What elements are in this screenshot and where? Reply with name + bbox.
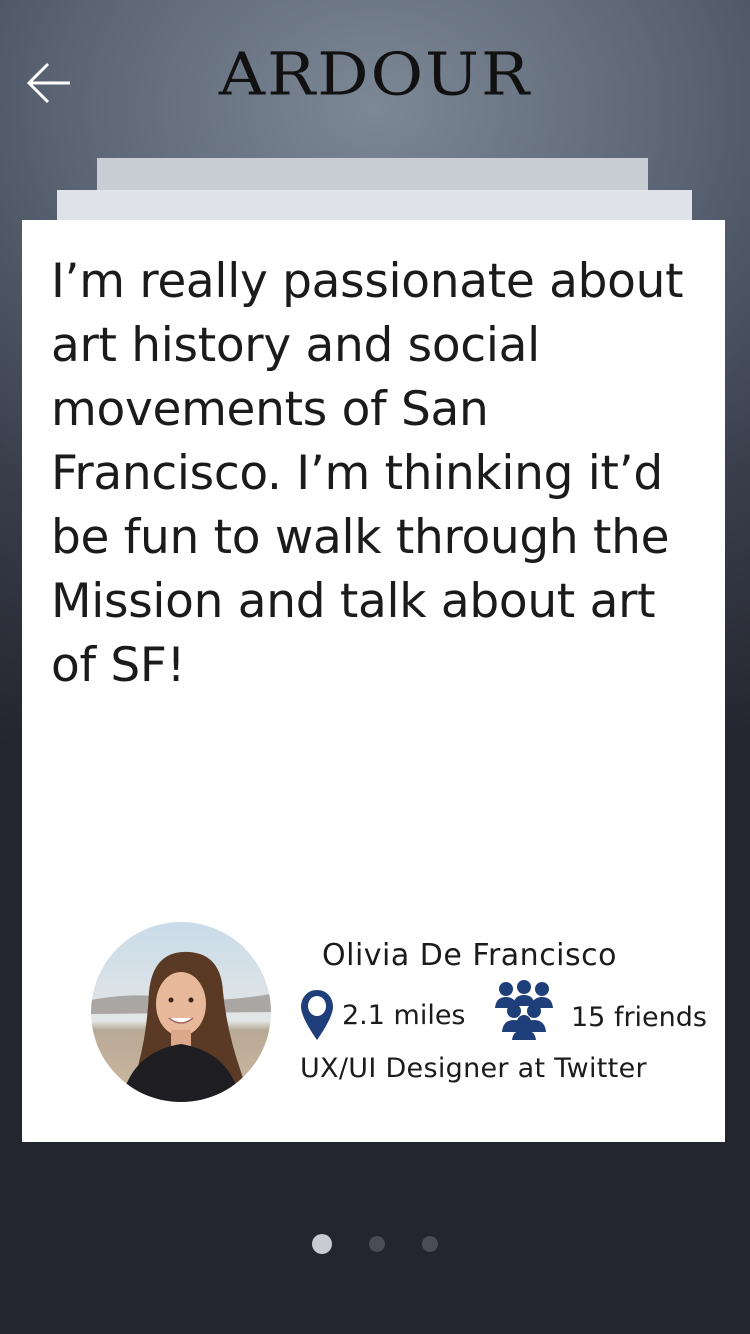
avatar-photo (91, 922, 271, 1102)
profile-name: Olivia De Francisco (322, 938, 617, 973)
profile-distance: 2.1 miles (342, 1000, 466, 1031)
avatar[interactable] (91, 922, 271, 1102)
friends-group-icon (495, 980, 553, 1040)
card-quote: I’m really passionate about art history … (51, 254, 684, 693)
page-dot-3[interactable] (422, 1235, 439, 1252)
location-pin-icon (301, 990, 333, 1040)
profile-friends-count: 15 friends (571, 1002, 707, 1033)
page-dot-1[interactable] (311, 1233, 332, 1254)
page-indicator (0, 1233, 750, 1255)
profile-card[interactable]: I’m really passionate about art history … (22, 220, 725, 1142)
page-dot-2[interactable] (369, 1235, 385, 1252)
profile-job-title: UX/UI Designer at Twitter (300, 1053, 647, 1084)
app-logo-title: ARDOUR (218, 40, 532, 110)
